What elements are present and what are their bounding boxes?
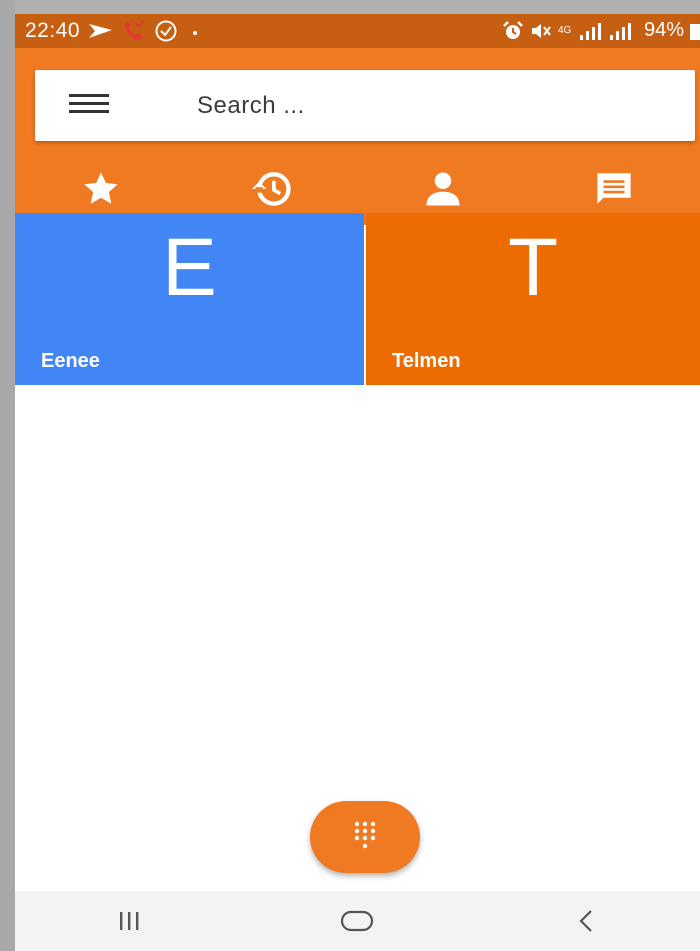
search-bar (35, 70, 695, 141)
back-button[interactable] (472, 891, 700, 951)
favorites-grid: E Eenee T Telmen (15, 213, 700, 385)
phone-screen: 22:40 4G 94% Search ... E Eenee T Telmen (15, 14, 700, 951)
back-icon (579, 910, 592, 932)
status-left: 22:40 (25, 19, 204, 43)
alarm-icon (502, 20, 524, 41)
favorite-tile-telmen[interactable]: T Telmen (366, 213, 700, 385)
dot-icon (186, 21, 204, 41)
home-icon (341, 910, 374, 932)
message-icon (597, 173, 631, 204)
screenshot-frame-left (0, 0, 15, 951)
home-button[interactable] (243, 891, 471, 951)
contact-name: Eenee (41, 350, 100, 372)
contact-initial: E (162, 222, 217, 313)
status-time: 22:40 (25, 19, 81, 42)
search-input[interactable] (195, 84, 679, 128)
navigation-icon (88, 21, 114, 41)
battery-icon (690, 22, 700, 40)
contact-name: Telmen (392, 350, 461, 372)
screenshot-frame-top (0, 0, 700, 14)
system-nav-bar (15, 891, 700, 951)
missed-call-icon (122, 20, 146, 42)
dialpad-button[interactable] (310, 801, 420, 873)
history-icon (251, 172, 291, 206)
status-right: 4G 94% (502, 19, 700, 42)
menu-icon[interactable] (69, 94, 109, 118)
network-type: 4G (557, 24, 572, 36)
recent-apps-icon (120, 912, 139, 930)
status-bar: 22:40 4G 94% (15, 14, 700, 48)
recent-apps-button[interactable] (15, 891, 243, 951)
star-icon (84, 172, 118, 204)
check-circle-icon (154, 19, 178, 43)
app-header (15, 48, 700, 225)
dialpad-icon (354, 821, 376, 849)
mute-icon (530, 21, 552, 41)
battery-percent: 94% (643, 19, 684, 41)
signal-icon (578, 21, 638, 41)
favorite-tile-eenee[interactable]: E Eenee (15, 213, 364, 385)
contact-initial: T (507, 222, 559, 313)
person-icon (426, 172, 460, 206)
